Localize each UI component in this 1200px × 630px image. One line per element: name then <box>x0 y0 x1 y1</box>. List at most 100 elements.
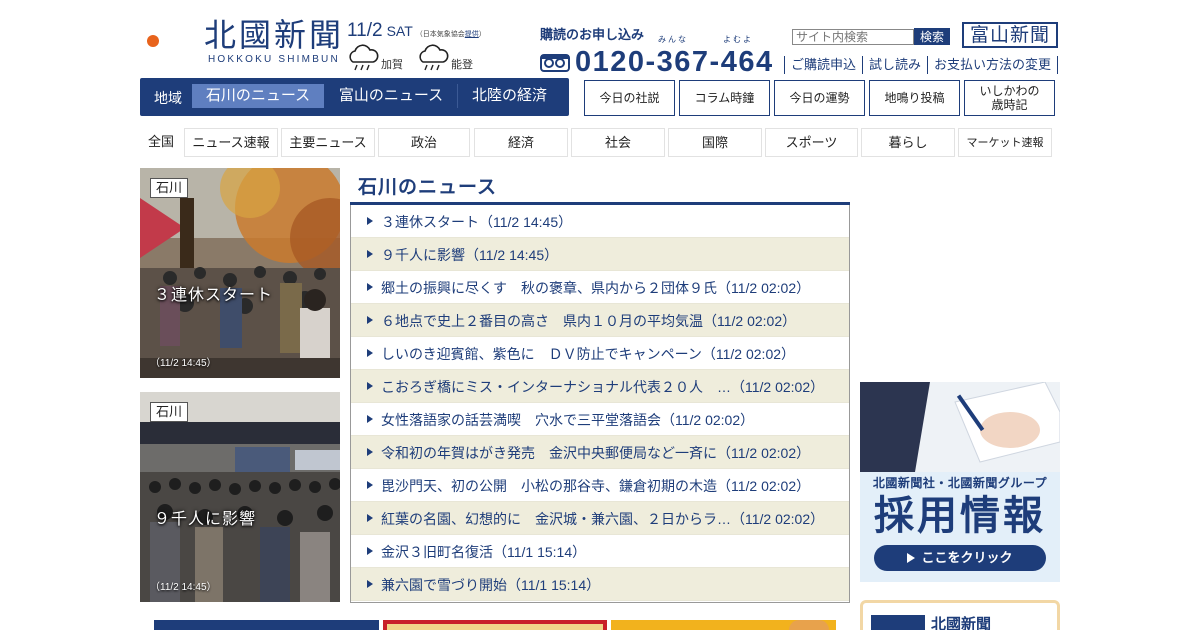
recruit-click-button[interactable]: ここをクリック <box>874 545 1046 571</box>
weather-source-link[interactable]: 提供 <box>465 31 479 38</box>
date-display: 11/2 SAT （日本気象協会提供） <box>347 20 497 42</box>
feature-photo-station <box>140 392 340 602</box>
freedial-icon <box>540 54 570 72</box>
bullet-arrow-icon <box>367 481 373 489</box>
category-top-news[interactable]: 主要ニュース <box>281 128 375 157</box>
news-item[interactable]: 兼六園で雪づり開始（11/1 15:14） <box>351 568 849 601</box>
news-item[interactable]: こおろぎ橋にミス・インターナショナル代表２０人 …（11/2 02:02） <box>351 370 849 403</box>
news-list: ３連休スタート（11/2 14:45） ９千人に影響（11/2 14:45） 郷… <box>350 205 850 603</box>
news-item-text: 兼六園で雪づり開始（11/1 15:14） <box>381 577 601 593</box>
news-item[interactable]: 金沢３旧町名復活（11/1 15:14） <box>351 535 849 568</box>
category-politics[interactable]: 政治 <box>378 128 470 157</box>
news-item[interactable]: 郷土の振興に尽くす 秋の褒章、県内から２団体９氏（11/2 02:02） <box>351 271 849 304</box>
news-item-text: ６地点で史上２番目の高さ 県内１０月の平均気温（11/2 02:02） <box>381 313 797 329</box>
category-national[interactable]: 全国 <box>140 128 182 157</box>
category-society[interactable]: 社会 <box>571 128 665 157</box>
bullet-arrow-icon <box>367 217 373 225</box>
category-breaking[interactable]: ニュース速報 <box>184 128 278 157</box>
tab-toyama-news[interactable]: 富山のニュース <box>325 84 457 108</box>
bullet-arrow-icon <box>367 382 373 390</box>
news-item[interactable]: 令和初の年賀はがき発売 金沢中央郵便局など一斉に（11/2 02:02） <box>351 436 849 469</box>
bullet-arrow-icon <box>367 349 373 357</box>
phone-number: 0120-367-464 <box>575 46 774 78</box>
phone-ruby-1: みんな <box>658 35 688 44</box>
news-item[interactable]: ３連休スタート（11/2 14:45） <box>351 205 849 238</box>
category-international[interactable]: 国際 <box>668 128 762 157</box>
quick-link-label: コラム時鐘 <box>694 91 755 105</box>
bullet-arrow-icon <box>367 316 373 324</box>
news-item[interactable]: ６地点で史上２番目の高さ 県内１０月の平均気温（11/2 02:02） <box>351 304 849 337</box>
quick-link-horoscope[interactable]: 今日の運勢 <box>774 80 865 116</box>
category-market[interactable]: マーケット速報 <box>958 128 1052 157</box>
quick-link-label: 今日の運勢 <box>789 91 850 105</box>
weather-area-label: 能登 <box>451 59 473 71</box>
toyama-shimbun-button[interactable]: 富山新聞 <box>962 22 1058 48</box>
news-item-text: 女性落語家の話芸満喫 穴水で三平堂落語会（11/2 02:02） <box>381 412 755 428</box>
news-item[interactable]: 毘沙門天、初の公開 小松の那谷寺、鎌倉初期の木造（11/2 02:02） <box>351 469 849 502</box>
weather-source-end: ） <box>478 31 486 38</box>
weather-kaga[interactable]: 加賀 <box>347 44 407 74</box>
region-label: 地域 <box>154 90 182 106</box>
bullet-arrow-icon <box>367 580 373 588</box>
quick-link-calendar[interactable]: いしかわの 歳時記 <box>964 80 1055 116</box>
quick-link-editorial[interactable]: 今日の社説 <box>584 80 675 116</box>
logo-name-en: HOKKOKU SHIMBUN <box>208 54 340 65</box>
bullet-arrow-icon <box>367 283 373 291</box>
bottom-banner-3[interactable] <box>611 620 836 630</box>
weather-area-label: 加賀 <box>381 59 403 71</box>
weather-source: （日本気象協会提供） <box>416 29 486 39</box>
date-value: 11/2 <box>347 20 383 41</box>
bottom-banner-1[interactable] <box>154 620 379 630</box>
region-tag: 石川 <box>150 402 189 422</box>
news-item-text: ９千人に影響（11/2 14:45） <box>381 247 559 263</box>
feature-headline: ９千人に影響 <box>154 511 257 528</box>
search-button[interactable]: 検索 <box>914 28 950 45</box>
recruit-title: 採用情報 <box>874 494 1046 538</box>
category-living[interactable]: 暮らし <box>861 128 955 157</box>
category-sports[interactable]: スポーツ <box>765 128 858 157</box>
news-item[interactable]: 紅葉の名園、幻想的に 金沢城・兼六園、２日からラ…（11/2 02:02） <box>351 502 849 535</box>
news-item-text: 紅葉の名園、幻想的に 金沢城・兼六園、２日からラ…（11/2 02:02） <box>381 511 825 527</box>
bullet-arrow-icon <box>367 448 373 456</box>
cloudy-rain-icon <box>419 44 449 71</box>
feature-card[interactable]: 石川 ９千人に影響 （11/2 14:45） <box>140 392 340 602</box>
news-item-text: 郷土の振興に尽くす 秋の褒章、県内から２団体９氏（11/2 02:02） <box>381 280 811 296</box>
logo-mark-icon <box>141 20 184 62</box>
util-link-subscribe[interactable]: ご購読申込 <box>784 56 862 74</box>
bullet-arrow-icon <box>367 250 373 258</box>
category-economy[interactable]: 経済 <box>474 128 568 157</box>
quick-link-label: 今日の社説 <box>599 91 660 105</box>
play-arrow-icon <box>907 553 916 563</box>
news-item[interactable]: ９千人に影響（11/2 14:45） <box>351 238 849 271</box>
bottom-banner-2[interactable] <box>383 620 607 630</box>
news-item-text: こおろぎ橋にミス・インターナショナル代表２０人 …（11/2 02:02） <box>381 379 825 395</box>
util-link-trial[interactable]: 試し読み <box>862 56 927 74</box>
tab-ishikawa-news[interactable]: 石川のニュース <box>192 84 324 108</box>
feature-photo-crowd <box>140 168 340 378</box>
recruit-banner[interactable]: 北國新聞社・北國新聞グループ 採用情報 ここをクリック <box>860 382 1060 582</box>
util-link-payment[interactable]: お支払い方法の変更 <box>927 56 1059 74</box>
weather-noto[interactable]: 能登 <box>417 44 477 74</box>
phone-number-link[interactable]: 0120-367-464 <box>540 46 780 80</box>
weather-source-text: （日本気象協会 <box>415 31 465 38</box>
news-item[interactable]: 女性落語家の話芸満喫 穴水で三平堂落語会（11/2 02:02） <box>351 403 849 436</box>
search-input[interactable] <box>792 29 914 45</box>
news-item-text: 金沢３旧町名復活（11/1 15:14） <box>381 544 587 560</box>
quick-link-reader-posts[interactable]: 地鳴り投稿 <box>869 80 960 116</box>
recruit-subtitle: 北國新聞社・北國新聞グループ <box>872 476 1048 490</box>
news-section-title: 石川のニュース <box>358 177 498 198</box>
quick-link-label: 地鳴り投稿 <box>884 91 945 105</box>
bullet-arrow-icon <box>367 415 373 423</box>
site-search: 検索 <box>792 28 950 46</box>
site-logo[interactable]: 北國新聞 HOKKOKU SHIMBUN <box>140 16 341 66</box>
feature-card[interactable]: 石川 ３連休スタート （11/2 14:45） <box>140 168 340 378</box>
side-promo-box[interactable]: 北國新聞 <box>860 600 1060 630</box>
quick-link-column[interactable]: コラム時鐘 <box>679 80 770 116</box>
bullet-arrow-icon <box>367 547 373 555</box>
news-item[interactable]: しいのき迎賓館、紫色に ＤＶ防止でキャンペーン（11/2 02:02） <box>351 337 849 370</box>
newspaper-thumbnail-icon <box>871 615 925 630</box>
side-promo-title: 北國新聞 <box>931 616 992 630</box>
quick-link-label-2: 歳時記 <box>991 98 1028 112</box>
feature-timestamp: （11/2 14:45） <box>150 582 217 593</box>
tab-hokuriku-economy[interactable]: 北陸の経済 <box>457 84 561 108</box>
